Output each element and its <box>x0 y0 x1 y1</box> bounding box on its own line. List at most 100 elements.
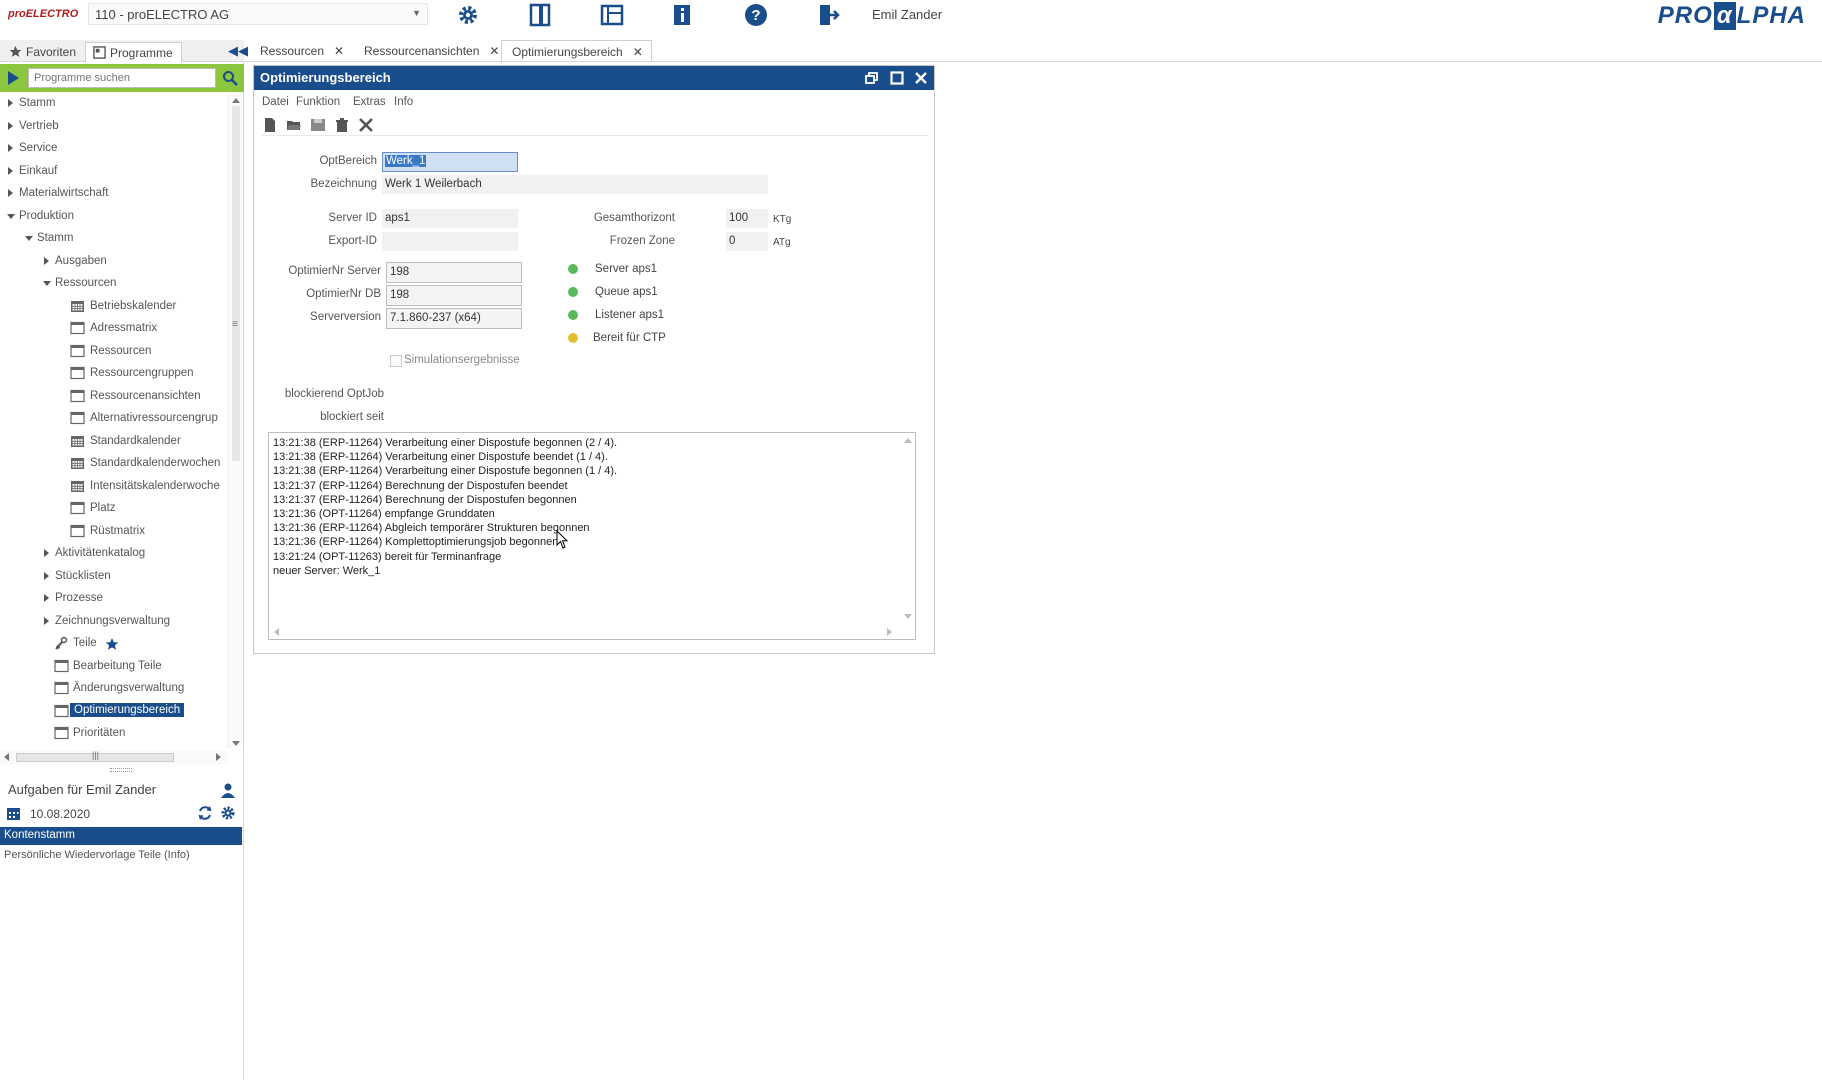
chevron-right-icon[interactable] <box>8 99 13 107</box>
close-icon[interactable]: ✕ <box>633 45 643 59</box>
tree-item[interactable]: Standardkalenderwochen <box>0 454 228 474</box>
restore-icon[interactable] <box>865 71 879 85</box>
favorite-star-icon[interactable] <box>105 637 119 651</box>
optbereich-input[interactable]: Werk_1 <box>382 152 518 172</box>
maximize-icon[interactable] <box>890 71 904 85</box>
refresh-icon[interactable] <box>197 805 213 821</box>
help-icon[interactable]: ? <box>743 2 769 28</box>
chevron-right-icon[interactable] <box>44 594 49 602</box>
export-id-field[interactable] <box>382 232 518 251</box>
chevron-down-icon[interactable] <box>7 213 15 219</box>
tab-favoriten[interactable]: Favoriten <box>2 42 84 62</box>
serverversion-field[interactable]: 7.1.860-237 (x64) <box>386 308 522 329</box>
doc-tab-ressourcenansichten[interactable]: Ressourcenansichten ✕ <box>354 40 507 62</box>
tree-item[interactable]: Ressourcenansichten <box>0 387 228 407</box>
close-icon[interactable] <box>914 71 928 85</box>
menu-info[interactable]: Info <box>394 96 413 108</box>
tree-item[interactable]: Prozesse <box>0 589 228 609</box>
close-icon[interactable]: ✕ <box>489 44 499 58</box>
server-id-field[interactable]: aps1 <box>382 209 518 228</box>
scroll-left-icon[interactable] <box>274 628 279 636</box>
gear-icon[interactable] <box>220 805 236 821</box>
tree-item[interactable]: Vertrieb <box>0 117 228 137</box>
scroll-right-icon[interactable] <box>216 753 221 761</box>
save-icon[interactable] <box>310 117 326 133</box>
calendar-icon[interactable] <box>6 806 21 821</box>
play-icon[interactable] <box>8 71 19 85</box>
chevron-right-icon[interactable] <box>8 166 13 175</box>
chevron-right-icon[interactable] <box>8 121 13 130</box>
optnr-server-field[interactable]: 198 <box>386 262 522 283</box>
tree-item[interactable]: Bearbeitung Teile <box>0 657 228 677</box>
log-horizontal-scrollbar[interactable] <box>269 625 915 639</box>
layout-icon[interactable] <box>599 2 625 28</box>
simulation-checkbox[interactable] <box>390 355 402 367</box>
tree-item[interactable]: Rüstmatrix <box>0 522 228 542</box>
task-item-selected[interactable]: Kontenstamm <box>0 827 242 845</box>
info-icon[interactable] <box>669 2 695 28</box>
delete-icon[interactable] <box>334 117 350 133</box>
tree-item[interactable]: Standardkalender <box>0 432 228 452</box>
task-item[interactable]: Persönliche Wiedervorlage Teile (Info) <box>4 849 190 861</box>
company-select[interactable]: 110 - proELECTRO AG ▼ <box>88 3 428 25</box>
tree-item[interactable]: Stücklisten <box>0 567 228 587</box>
gesamthorizont-field[interactable]: 100 <box>726 209 768 228</box>
scroll-down-icon[interactable] <box>904 614 912 619</box>
tab-programme[interactable]: Programme <box>85 42 182 62</box>
tree-item[interactable]: Intensitätskalenderwoche <box>0 477 228 497</box>
tree-item[interactable]: Betriebskalender <box>0 297 228 317</box>
tree-item[interactable]: Service <box>0 139 228 159</box>
tree-item[interactable]: Stamm <box>0 94 228 114</box>
log-textarea[interactable]: 13:21:38 (ERP-11264) Verarbeitung einer … <box>268 432 916 640</box>
optnr-db-field[interactable]: 198 <box>386 285 522 306</box>
tree-item[interactable]: Alternativressourcengrup <box>0 409 228 429</box>
chevron-right-icon[interactable] <box>44 256 49 265</box>
user-icon[interactable] <box>220 782 236 798</box>
tree-item[interactable]: Produktion <box>0 207 228 227</box>
chevron-right-icon[interactable] <box>8 144 13 152</box>
menu-datei[interactable]: Datei <box>262 96 289 108</box>
tree-item[interactable]: Ressourcengruppen <box>0 364 228 384</box>
scroll-thumb[interactable] <box>232 106 240 461</box>
close-icon[interactable]: ✕ <box>334 44 344 58</box>
tree-item[interactable]: Prioritäten <box>0 724 228 744</box>
chevron-right-icon[interactable] <box>44 549 49 557</box>
menu-funktion[interactable]: Funktion <box>296 96 340 108</box>
tree-item[interactable]: Ressourcen <box>0 342 228 362</box>
chevron-down-icon[interactable] <box>25 236 33 241</box>
panel-icon[interactable] <box>527 2 553 28</box>
tree-item[interactable]: Änderungsverwaltung <box>0 679 228 699</box>
tree-horizontal-scrollbar[interactable]: ||| <box>0 750 228 764</box>
scroll-right-icon[interactable] <box>887 628 892 636</box>
menu-extras[interactable]: Extras <box>353 96 386 108</box>
cancel-icon[interactable] <box>358 117 374 133</box>
chevron-right-icon[interactable] <box>44 616 49 625</box>
scroll-left-icon[interactable] <box>4 753 9 761</box>
tree-item[interactable]: Adressmatrix <box>0 319 228 339</box>
scroll-up-icon[interactable] <box>232 98 240 103</box>
doc-tab-optimierungsbereich[interactable]: Optimierungsbereich ✕ <box>501 40 652 62</box>
gear-icon[interactable] <box>455 2 481 28</box>
tree-vertical-scrollbar[interactable]: ≡ <box>228 94 242 748</box>
program-search-input[interactable] <box>28 68 216 88</box>
tree-item[interactable]: Materialwirtschaft <box>0 184 228 204</box>
exit-icon[interactable] <box>815 2 841 28</box>
tree-item[interactable]: Optimierungsbereich <box>0 702 228 722</box>
chevron-down-icon[interactable] <box>43 281 51 286</box>
chevron-right-icon[interactable] <box>8 189 13 197</box>
tree-item[interactable]: Stamm <box>0 229 228 249</box>
tree-item[interactable]: Aktivitätenkatalog <box>0 544 228 564</box>
open-icon[interactable] <box>286 117 302 133</box>
tree-item[interactable]: Ausgaben <box>0 252 228 272</box>
tree-item[interactable]: Einkauf <box>0 162 228 182</box>
log-vertical-scrollbar[interactable] <box>901 433 915 623</box>
search-icon[interactable] <box>222 70 238 86</box>
collapse-sidebar-icon[interactable]: ◀◀ <box>228 43 248 59</box>
doc-tab-ressourcen[interactable]: Ressourcen ✕ <box>250 40 352 62</box>
bezeichnung-field[interactable]: Werk 1 Weilerbach <box>382 175 768 194</box>
chevron-right-icon[interactable] <box>44 571 49 580</box>
scroll-down-icon[interactable] <box>232 741 240 746</box>
tree-item[interactable]: Platz <box>0 499 228 519</box>
new-icon[interactable] <box>262 117 278 133</box>
tree-item[interactable]: Ressourcen <box>0 274 228 294</box>
